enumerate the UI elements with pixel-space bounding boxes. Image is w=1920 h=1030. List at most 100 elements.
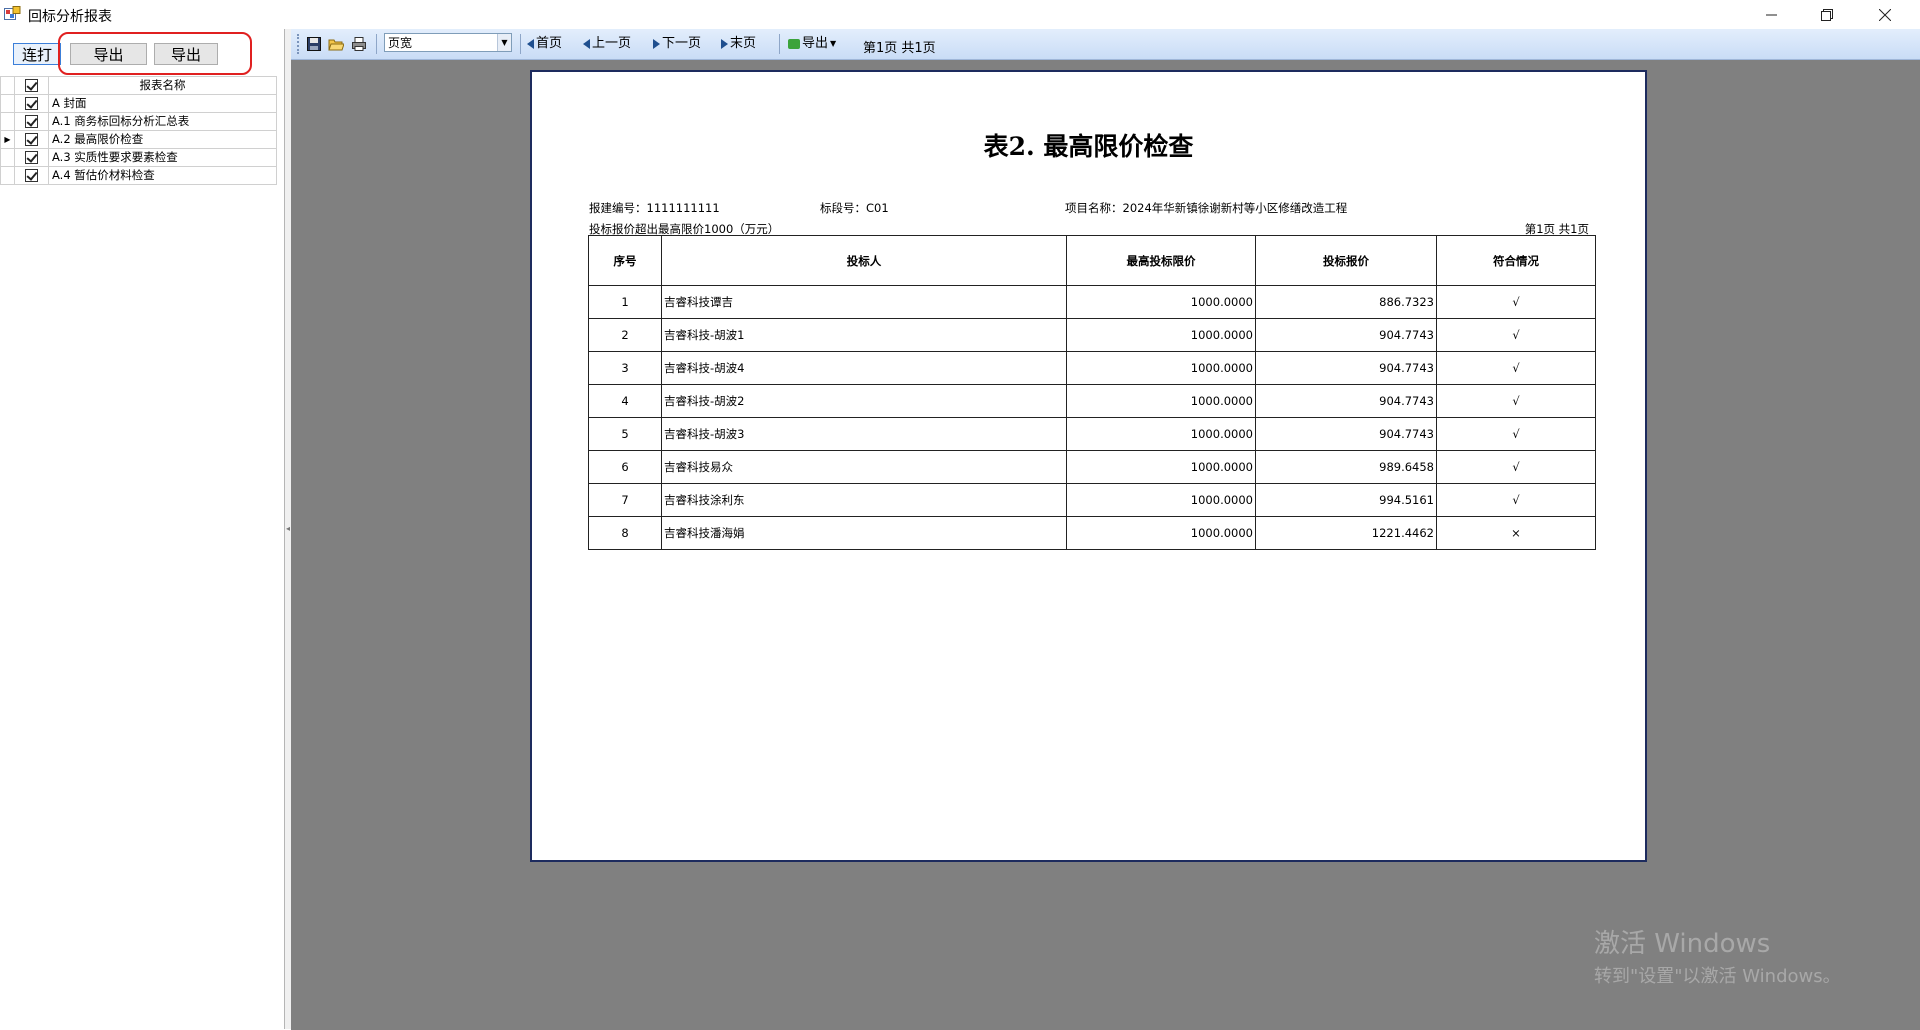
table-row: 3 吉睿科技-胡波4 1000.0000 904.7743 √	[588, 351, 1596, 385]
table-row: 8 吉睿科技潘海娟 1000.0000 1221.4462 ×	[588, 516, 1596, 550]
grid-row[interactable]: A.3 实质性要求要素检查	[0, 148, 277, 167]
cell-limit: 1000.0000	[1066, 351, 1256, 385]
table-row: 4 吉睿科技-胡波2 1000.0000 904.7743 √	[588, 384, 1596, 418]
print-all-button[interactable]: 连打	[13, 43, 61, 65]
select-all-checkbox[interactable]	[14, 76, 49, 95]
cell-bid: 904.7743	[1255, 384, 1437, 418]
cell-bid: 1221.4462	[1255, 516, 1437, 550]
row-report-name[interactable]: A.1 商务标回标分析汇总表	[48, 112, 277, 131]
row-report-name[interactable]: A.3 实质性要求要素检查	[48, 148, 277, 167]
first-page-label: 首页	[536, 36, 563, 51]
export-dropdown-button[interactable]: 导出 ▼	[788, 35, 836, 53]
project-name: 项目名称：2024年华新镇徐谢新村等小区修缮改造工程	[1065, 201, 1348, 215]
zoom-select[interactable]: 页宽 ▼	[384, 33, 512, 52]
row-checkbox[interactable]	[14, 148, 49, 167]
table-row: 7 吉睿科技涂利东 1000.0000 994.5161 √	[588, 483, 1596, 517]
restore-icon[interactable]	[1804, 0, 1850, 29]
cell-compliance: √	[1436, 285, 1596, 319]
col-header-bidder: 投标人	[661, 235, 1067, 286]
title-bar: 回标分析报表	[0, 0, 1920, 29]
windows-activation-watermark: 激活 Windows 转到"设置"以激活 Windows。	[1594, 923, 1841, 988]
cell-compliance: √	[1436, 483, 1596, 517]
toolbar-separator	[779, 34, 780, 54]
table-row: 5 吉睿科技-胡波3 1000.0000 904.7743 √	[588, 417, 1596, 451]
cell-bid: 994.5161	[1255, 483, 1437, 517]
cell-bidder: 吉睿科技涂利东	[661, 483, 1067, 517]
report-viewer: 页宽 ▼ 首页 上一页 下一页 末页 导出 ▼ 第1页 共1页 表2. 最高限价	[291, 29, 1920, 1030]
splitter-grip-icon: ◂	[286, 524, 291, 533]
minimize-icon[interactable]	[1748, 0, 1794, 29]
grid-row[interactable]: A 封面	[0, 94, 277, 113]
cell-compliance: √	[1436, 351, 1596, 385]
row-checkbox[interactable]	[14, 130, 49, 149]
cell-limit: 1000.0000	[1066, 450, 1256, 484]
cell-limit: 1000.0000	[1066, 516, 1256, 550]
col-header-limit: 最高投标限价	[1066, 235, 1256, 286]
cell-bidder: 吉睿科技-胡波2	[661, 384, 1067, 418]
cell-bid: 904.7743	[1255, 351, 1437, 385]
last-page-icon	[721, 39, 728, 49]
page-info: 第1页 共1页	[863, 41, 936, 56]
open-icon[interactable]	[328, 36, 345, 52]
save-icon[interactable]	[306, 36, 322, 52]
cell-bidder: 吉睿科技-胡波4	[661, 351, 1067, 385]
cell-limit: 1000.0000	[1066, 318, 1256, 352]
col-header-no: 序号	[588, 235, 662, 286]
cell-compliance: √	[1436, 318, 1596, 352]
cell-no: 8	[588, 516, 662, 550]
col-header-compliance: 符合情况	[1436, 235, 1596, 286]
cell-bid: 904.7743	[1255, 417, 1437, 451]
cell-bidder: 吉睿科技-胡波3	[661, 417, 1067, 451]
cell-no: 3	[588, 351, 662, 385]
cell-bidder: 吉睿科技谭吉	[661, 285, 1067, 319]
cell-no: 6	[588, 450, 662, 484]
prev-page-button[interactable]: 上一页	[583, 35, 631, 53]
next-page-icon	[653, 39, 660, 49]
table-row: 6 吉睿科技易众 1000.0000 989.6458 √	[588, 450, 1596, 484]
row-report-name[interactable]: A.2 最高限价检查	[48, 130, 277, 149]
grid-row[interactable]: A.4 暂估价材料检查	[0, 166, 277, 185]
cell-no: 5	[588, 417, 662, 451]
watermark-line-2: 转到"设置"以激活 Windows。	[1594, 966, 1841, 987]
row-checkbox[interactable]	[14, 166, 49, 185]
close-icon[interactable]	[1862, 0, 1908, 29]
prev-page-icon	[583, 39, 590, 49]
prev-page-label: 上一页	[592, 36, 632, 51]
app-icon	[4, 6, 21, 22]
current-row-arrow-icon: ▶	[0, 130, 15, 149]
cell-no: 2	[588, 318, 662, 352]
watermark-line-1: 激活 Windows	[1594, 929, 1771, 959]
cell-compliance: ×	[1436, 516, 1596, 550]
next-page-button[interactable]: 下一页	[653, 35, 701, 53]
cell-bidder: 吉睿科技潘海娟	[661, 516, 1067, 550]
first-page-icon	[527, 39, 534, 49]
row-indicator	[0, 112, 15, 131]
cell-compliance: √	[1436, 384, 1596, 418]
print-icon[interactable]	[351, 36, 367, 52]
cell-compliance: √	[1436, 417, 1596, 451]
row-checkbox[interactable]	[14, 112, 49, 131]
export-label: 导出	[802, 36, 829, 51]
table-row: 2 吉睿科技-胡波1 1000.0000 904.7743 √	[588, 318, 1596, 352]
cell-bid: 904.7743	[1255, 318, 1437, 352]
grid-row-current[interactable]: ▶ A.2 最高限价检查	[0, 130, 277, 149]
row-checkbox[interactable]	[14, 94, 49, 113]
grid-row[interactable]: A.1 商务标回标分析汇总表	[0, 112, 277, 131]
chevron-down-icon[interactable]: ▼	[497, 34, 511, 51]
cell-limit: 1000.0000	[1066, 417, 1256, 451]
next-page-label: 下一页	[662, 36, 702, 51]
row-report-name[interactable]: A 封面	[48, 94, 277, 113]
table-header-row: 序号 投标人 最高投标限价 投标报价 符合情况	[588, 235, 1596, 286]
viewer-toolbar: 页宽 ▼ 首页 上一页 下一页 末页 导出 ▼ 第1页 共1页	[291, 29, 1920, 60]
grid-header-row: 报表名称	[0, 76, 277, 95]
cell-no: 4	[588, 384, 662, 418]
max-price-table: 序号 投标人 最高投标限价 投标报价 符合情况 1 吉睿科技谭吉 1000.00…	[588, 235, 1596, 550]
table-row: 1 吉睿科技谭吉 1000.0000 886.7323 √	[588, 285, 1596, 319]
row-indicator	[0, 94, 15, 113]
toolbar-grip[interactable]	[297, 34, 302, 54]
row-report-name[interactable]: A.4 暂估价材料检查	[48, 166, 277, 185]
last-page-button[interactable]: 末页	[721, 35, 756, 53]
first-page-button[interactable]: 首页	[527, 35, 562, 53]
project-number: 报建编号：1111111111	[589, 201, 720, 215]
cell-bidder: 吉睿科技易众	[661, 450, 1067, 484]
